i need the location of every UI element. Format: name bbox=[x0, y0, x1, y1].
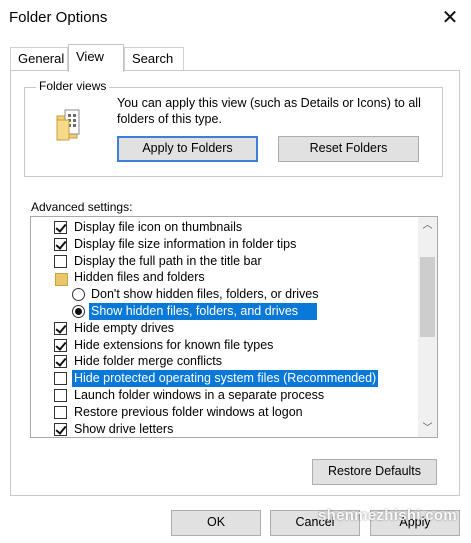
checkbox[interactable] bbox=[54, 338, 67, 352]
setting-show-drive-letters[interactable]: Show drive letters bbox=[31, 421, 419, 437]
setting-label: Hide protected operating system files (R… bbox=[72, 370, 378, 387]
checkbox[interactable] bbox=[54, 237, 67, 251]
setting-label: Don't show hidden files, folders, or dri… bbox=[91, 287, 319, 302]
setting-label: Restore previous folder windows at logon bbox=[74, 404, 303, 419]
setting-show-hidden[interactable]: Show hidden files, folders, and drives bbox=[31, 302, 419, 320]
chevron-up-icon[interactable]: ︿ bbox=[418, 217, 437, 234]
folder-icon bbox=[56, 109, 80, 141]
checkbox[interactable] bbox=[54, 405, 67, 419]
tab-search[interactable]: Search bbox=[124, 47, 184, 71]
setting-label: Hide empty drives bbox=[74, 320, 175, 335]
setting-display-file-icon-thumbnails[interactable]: Display file icon on thumbnails bbox=[31, 219, 419, 236]
ok-button[interactable]: OK bbox=[171, 510, 261, 536]
setting-hide-extensions[interactable]: Hide extensions for known file types bbox=[31, 337, 419, 354]
setting-hide-protected-os-files[interactable]: Hide protected operating system files (R… bbox=[31, 370, 419, 387]
setting-display-full-path[interactable]: Display the full path in the title bar bbox=[31, 253, 419, 270]
setting-label: Hide folder merge conflicts bbox=[74, 354, 222, 369]
chevron-down-icon[interactable]: ﹀ bbox=[418, 420, 437, 437]
setting-restore-previous-windows[interactable]: Restore previous folder windows at logon bbox=[31, 404, 419, 421]
title-bar: Folder Options ✕ bbox=[0, 0, 471, 36]
setting-label: Show drive letters bbox=[74, 421, 174, 436]
setting-label: Launch folder windows in a separate proc… bbox=[74, 387, 325, 402]
checkbox[interactable] bbox=[54, 221, 67, 234]
checkbox[interactable] bbox=[54, 355, 67, 369]
setting-launch-separate-process[interactable]: Launch folder windows in a separate proc… bbox=[31, 387, 419, 404]
setting-label: Hide extensions for known file types bbox=[74, 337, 274, 352]
checkbox[interactable] bbox=[54, 388, 67, 402]
close-icon[interactable]: ✕ bbox=[438, 6, 462, 30]
setting-label: Display file icon on thumbnails bbox=[74, 220, 243, 234]
tab-label: View bbox=[76, 49, 104, 64]
tab-general[interactable]: General bbox=[10, 47, 68, 71]
window-title: Folder Options bbox=[9, 9, 108, 26]
setting-hide-merge-conflicts[interactable]: Hide folder merge conflicts bbox=[31, 353, 419, 370]
reset-folders-button[interactable]: Reset Folders bbox=[278, 136, 419, 162]
setting-label: Display the full path in the title bar bbox=[74, 253, 262, 268]
scrollbar-thumb[interactable] bbox=[420, 257, 435, 337]
folder-options-window: Folder Options ✕ General View Search Fol… bbox=[0, 0, 471, 543]
radio-button[interactable] bbox=[72, 288, 85, 302]
apply-to-folders-button[interactable]: Apply to Folders bbox=[117, 136, 258, 162]
setting-group-label: Hidden files and folders bbox=[74, 270, 205, 285]
watermark: shenmezhishi.com bbox=[318, 507, 458, 524]
setting-dont-show-hidden[interactable]: Don't show hidden files, folders, or dri… bbox=[31, 286, 419, 303]
advanced-settings-list[interactable]: Display file icon on thumbnails Display … bbox=[30, 216, 438, 438]
setting-label: Show hidden files, folders, and drives bbox=[89, 302, 317, 320]
checkbox[interactable] bbox=[54, 422, 67, 436]
checkbox[interactable] bbox=[54, 321, 67, 335]
tab-view[interactable]: View bbox=[68, 44, 124, 72]
checkbox[interactable] bbox=[54, 254, 67, 268]
setting-label: Display file size information in folder … bbox=[74, 236, 297, 251]
vertical-scrollbar[interactable]: ︿ ﹀ bbox=[418, 217, 437, 437]
folder-views-description: You can apply this view (such as Details… bbox=[117, 96, 421, 126]
radio-button[interactable] bbox=[72, 304, 85, 318]
advanced-settings-label: Advanced settings: bbox=[31, 200, 133, 214]
restore-defaults-button[interactable]: Restore Defaults bbox=[312, 459, 437, 485]
tab-label: Search bbox=[132, 51, 174, 66]
setting-hide-empty-drives[interactable]: Hide empty drives bbox=[31, 320, 419, 337]
folder-icon bbox=[55, 273, 68, 287]
setting-display-file-size-info[interactable]: Display file size information in folder … bbox=[31, 236, 419, 253]
checkbox[interactable] bbox=[54, 372, 67, 386]
setting-group-hidden-files: Hidden files and folders bbox=[31, 269, 419, 287]
tab-label: General bbox=[18, 51, 65, 66]
folder-views-label: Folder views bbox=[36, 79, 110, 93]
